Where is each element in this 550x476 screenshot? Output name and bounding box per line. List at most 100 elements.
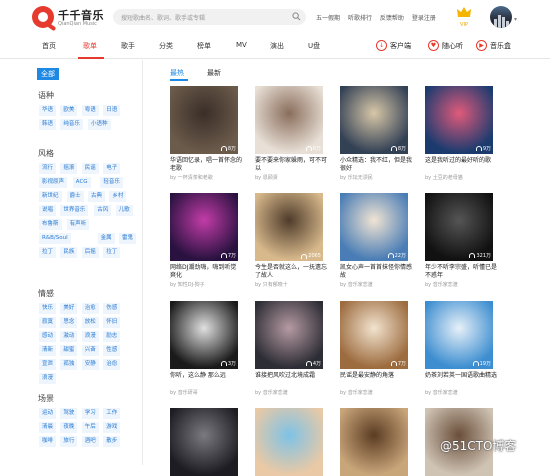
category-tag[interactable]: 浪漫 [39,373,57,384]
category-tag[interactable]: 驾驶 [60,408,78,419]
vip-badge[interactable]: VIP [456,6,472,28]
category-tag[interactable]: 古风 [94,205,112,216]
playlist-author[interactable]: by 音乐家恋渡 [425,281,497,288]
nav-client[interactable]: ↓ 客户端 [376,40,411,51]
playlist-title[interactable]: 凯女心声一首首抹怪你情感故 [340,264,412,280]
all-categories-button[interactable]: 全部 [37,68,59,80]
category-tag[interactable]: 安静 [81,359,99,370]
category-tag[interactable]: 夜晚 [60,422,78,433]
category-tag[interactable]: 孤独 [60,359,78,370]
playlist-title[interactable]: 今生是否就这么，一抚遗忘了故人 [255,264,327,280]
playlist-author[interactable]: by 音乐家恋渡 [425,389,497,396]
playlist-author[interactable]: by 恩顾贤 [255,174,327,181]
playlist-cover[interactable]: 6万 [255,86,323,154]
category-tag[interactable]: 学习 [81,408,99,419]
nav-playlists[interactable]: 歌单 [83,41,97,51]
category-tag[interactable]: 放松 [81,317,99,328]
playlist-cover[interactable] [170,408,238,476]
playlist-author[interactable]: by 知性DJ-狗子 [170,281,242,288]
playlist-author[interactable]: by 一杯清茶和老歌 [170,174,242,181]
playlist-cover[interactable]: 19万 [425,301,493,369]
category-tag[interactable]: 感动 [39,331,57,342]
top-link-feedback[interactable]: 反馈帮助 [380,15,404,22]
category-tag[interactable]: 日语 [103,105,121,116]
category-tag[interactable]: 兴奋 [81,345,99,356]
category-tag[interactable]: 拉丁 [39,247,57,258]
playlist-author[interactable]: by 土豆的老母猫 [425,174,497,181]
category-tag[interactable]: 小语种 [88,119,111,130]
category-tag[interactable]: 午后 [81,422,99,433]
category-tag[interactable]: 旅行 [60,436,78,447]
category-tag[interactable]: 思念 [60,317,78,328]
category-tag[interactable]: 酒吧 [81,436,99,447]
nav-radio[interactable]: ♥ 随心听 [428,40,463,51]
category-tag[interactable]: 有声听 [66,219,90,230]
category-tag[interactable]: 民谣 [81,163,99,174]
nav-mv[interactable]: MV [236,41,247,49]
playlist-cover[interactable]: 7万 [170,193,238,261]
top-link-login[interactable]: 登录注册 [412,15,436,22]
tab-new[interactable]: 最新 [207,68,221,78]
category-tag[interactable]: 清晨 [39,422,57,433]
category-tag[interactable]: 新世纪 [39,191,62,202]
category-tag[interactable]: 怀旧 [103,317,121,328]
playlist-title[interactable]: 年少不听李宗盛，听懂已是不惑年 [425,264,497,280]
playlist-author[interactable]: by 音乐研哥 [170,389,242,396]
category-tag[interactable]: 美好 [60,303,78,314]
category-tag[interactable]: 散步 [103,436,121,447]
category-tag[interactable]: 治愈 [103,359,121,370]
playlist-title[interactable]: 民谣是最安静的角落 [340,372,412,380]
category-tag[interactable]: 浪漫 [81,331,99,342]
playlist-cover[interactable]: 321万 [425,193,493,261]
playlist-cover[interactable]: 4万 [255,301,323,369]
category-tag[interactable]: 寂寞 [39,317,57,328]
category-tag[interactable]: 激动 [60,331,78,342]
playlist-title[interactable]: 要不要来你家躲雨，可不可以 [255,157,327,173]
nav-home[interactable]: 首页 [42,41,56,51]
playlist-author[interactable]: by 乐坛无漂民 [340,174,412,181]
category-tag[interactable]: ACG [72,177,91,188]
nav-categories[interactable]: 分类 [159,41,173,51]
category-tag[interactable]: 清新 [39,345,57,356]
nav-udisk[interactable]: U盘 [308,41,320,51]
playlist-author[interactable]: by 只有郁晓十 [255,281,327,288]
search-input[interactable]: 搜短歌曲名、歌词、歌手或专辑 [113,9,306,25]
playlist-cover[interactable] [255,408,323,476]
category-tag[interactable]: 咖啡 [39,436,57,447]
playlist-title[interactable]: 华语回忆录，唱一首怀念的老歌 [170,157,242,173]
category-tag[interactable]: 纯音乐 [60,119,83,130]
category-tag[interactable]: 粤语 [81,105,99,116]
category-tag[interactable]: 民族 [60,247,78,258]
playlist-title[interactable]: 网络DJ潮劲嗨，嗨到听觉爽化 [170,264,242,280]
category-tag[interactable]: 金属 [97,233,115,244]
playlist-cover[interactable]: 22万 [340,193,408,261]
category-tag[interactable]: 世界音乐 [60,205,89,216]
category-tag[interactable]: 欧美 [60,105,78,116]
category-tag[interactable]: 古典 [88,191,106,202]
category-tag[interactable]: 雷鬼 [119,233,137,244]
nav-artists[interactable]: 歌手 [121,41,135,51]
category-tag[interactable]: 励志 [103,331,121,342]
playlist-cover[interactable]: 2065 [255,193,323,261]
category-tag[interactable]: 后摇 [81,247,99,258]
category-tag[interactable]: 电子 [103,163,121,174]
category-tag[interactable]: 流行 [39,163,57,174]
category-tag[interactable]: 儿歌 [115,205,133,216]
avatar[interactable] [490,6,512,28]
playlist-title[interactable]: 小众精选：我不红，但是我很好 [340,157,412,173]
category-tag[interactable]: 性感 [103,345,121,356]
category-tag[interactable]: 运动 [39,408,57,419]
playlist-cover[interactable]: 8万 [340,86,408,154]
top-link-holiday[interactable]: 五一假期 [316,15,340,22]
tab-hot[interactable]: 最热 [170,68,184,78]
category-tag[interactable]: 韩语 [39,119,57,130]
playlist-author[interactable]: by 音乐家恋渡 [340,389,412,396]
playlist-author[interactable]: by 音乐家恋渡 [340,281,412,288]
app-logo-icon[interactable] [32,6,57,32]
playlist-author[interactable]: by 音乐家恋渡 [255,389,327,396]
category-tag[interactable]: 摇滚 [60,163,78,174]
category-tag[interactable]: 快乐 [39,303,57,314]
category-tag[interactable]: 游戏 [103,422,121,433]
category-tag[interactable]: 伤感 [103,303,121,314]
top-link-ranking[interactable]: 听歌排行 [348,15,372,22]
